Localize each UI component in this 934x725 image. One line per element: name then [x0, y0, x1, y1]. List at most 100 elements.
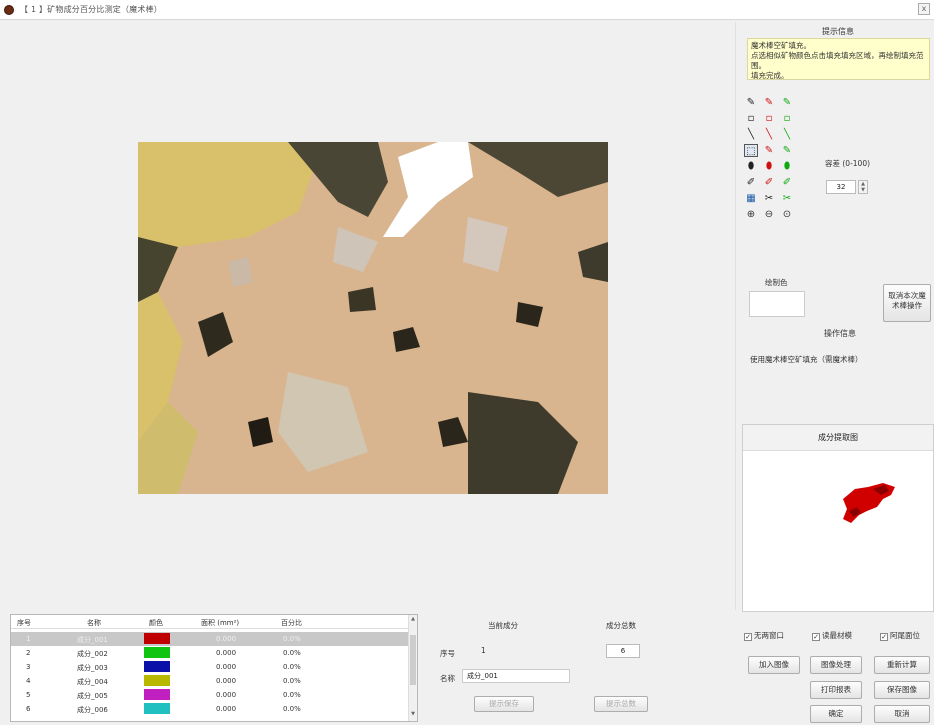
row-color-swatch	[144, 675, 170, 686]
zoom-out-icon[interactable]: ⊖	[762, 208, 776, 221]
save-image-button[interactable]: 保存图像	[874, 681, 930, 699]
undo-magic-wand-button[interactable]: 取消本次魔术棒操作	[883, 284, 931, 322]
row-no: 3	[26, 663, 31, 671]
line-tool-red-icon[interactable]: ╲	[762, 128, 776, 141]
draw-color-label: 绘制色	[765, 278, 788, 287]
row-name: 成分_004	[77, 678, 108, 686]
stepper-down-icon[interactable]: ▼	[859, 187, 867, 193]
option-label-3: 阿尾面位	[890, 631, 920, 640]
recalc-button[interactable]: 重新计算	[874, 656, 930, 674]
table-row[interactable]: 4 成分_004 0.000 0.0%	[11, 674, 409, 688]
table-row[interactable]: 5 成分_005 0.000 0.0%	[11, 688, 409, 702]
pen-tool-icon[interactable]: ✐	[744, 176, 758, 189]
row-no: 1	[26, 635, 31, 643]
tip-box: 魔术棒空矿填充。 点选相似矿物颜色点击填充填充区域，再绘制填充范围。 填充完成。	[747, 38, 930, 80]
component-count-header: 成分总数	[606, 621, 636, 630]
current-name-input[interactable]: 成分_001	[462, 669, 570, 683]
checkbox-checked-icon: ✓	[812, 633, 820, 641]
row-area: 0.000	[216, 705, 237, 713]
mineral-photo[interactable]	[138, 142, 608, 494]
scroll-up-icon[interactable]: ▲	[409, 616, 417, 625]
image-process-button[interactable]: 图像处理	[810, 656, 862, 674]
table-scrollbar[interactable]: ▲ ▼	[408, 615, 417, 721]
row-color-swatch	[144, 661, 170, 672]
cut-tool-green-icon[interactable]: ✂	[780, 192, 794, 205]
table-header: 序号 名称 颜色 面积 (mm²) 百分比	[11, 615, 409, 629]
op-info-text: 使用魔术棒空矿填充（需魔术棒）	[750, 355, 863, 364]
zoom-fit-icon[interactable]: ⊙	[780, 208, 794, 221]
option-label-2: 读最材模	[822, 631, 852, 640]
row-pct: 0.0%	[283, 635, 301, 643]
row-name: 成分_003	[77, 664, 108, 672]
checkbox-checked-icon: ✓	[880, 633, 888, 641]
component-count-input[interactable]: 6	[606, 644, 640, 658]
current-no-label: 序号	[440, 649, 455, 658]
table-row[interactable]: 6 成分_006 0.000 0.0%	[11, 702, 409, 716]
option-label-1: 无两窗口	[754, 631, 784, 640]
row-area: 0.000	[216, 649, 237, 657]
cancel-button[interactable]: 取消	[874, 705, 930, 723]
lasso-tool-green-icon[interactable]: ⬮	[780, 160, 794, 173]
pencil-tool-icon[interactable]: ✎	[744, 96, 758, 109]
draw-color-swatch[interactable]	[749, 291, 805, 317]
line-tool-green-icon[interactable]: ╲	[780, 128, 794, 141]
row-color-swatch	[144, 633, 170, 644]
row-area: 0.000	[216, 635, 237, 643]
pen-tool-green-icon[interactable]: ✐	[780, 176, 794, 189]
row-pct: 0.0%	[283, 663, 301, 671]
line-tool-icon[interactable]: ╲	[744, 128, 758, 141]
row-color-swatch	[144, 703, 170, 714]
checkbox-checked-icon: ✓	[744, 633, 752, 641]
pencil-tool-red-icon[interactable]: ✎	[762, 96, 776, 109]
tip-header: 提示信息	[822, 27, 854, 36]
close-window-button[interactable]: x	[918, 3, 930, 15]
ok-button[interactable]: 确定	[810, 705, 862, 723]
pen-tool-red-icon[interactable]: ✐	[762, 176, 776, 189]
col-color-header: 颜色	[149, 619, 163, 627]
col-area-header: 面积 (mm²)	[201, 619, 240, 627]
save-component-button[interactable]: 提示保存	[474, 696, 534, 712]
load-image-button[interactable]: 加入图像	[748, 656, 800, 674]
app-icon	[4, 5, 14, 15]
row-name: 成分_005	[77, 692, 108, 700]
row-name: 成分_001	[77, 636, 108, 644]
window-title: 【 1 】矿物成分百分比测定（魔术棒）	[20, 5, 162, 14]
option-checkbox-1[interactable]: ✓ 无两窗口	[744, 630, 784, 641]
tolerance-input[interactable]: 32	[826, 180, 856, 194]
scroll-down-icon[interactable]: ▼	[409, 711, 417, 720]
count-button[interactable]: 提示总数	[594, 696, 648, 712]
col-no-header: 序号	[17, 619, 31, 627]
pencil-tool-green-icon[interactable]: ✎	[780, 96, 794, 109]
title-bar: 【 1 】矿物成分百分比测定（魔术棒） x	[0, 0, 934, 20]
row-color-swatch	[144, 647, 170, 658]
select-tool-icon[interactable]: ⬚	[744, 144, 758, 157]
row-no: 5	[26, 691, 31, 699]
option-checkbox-2[interactable]: ✓ 读最材模	[812, 630, 852, 641]
table-row[interactable]: 3 成分_003 0.000 0.0%	[11, 660, 409, 674]
scroll-thumb[interactable]	[410, 635, 416, 685]
curve-tool-red-icon[interactable]: ✎	[762, 144, 776, 157]
magic-wand-icon[interactable]: ▦	[744, 192, 758, 205]
current-name-label: 名称	[440, 674, 455, 683]
table-row[interactable]: 1 成分_001 0.000 0.0%	[11, 632, 409, 646]
row-area: 0.000	[216, 663, 237, 671]
component-table[interactable]: 序号 名称 颜色 面积 (mm²) 百分比 1 成分_001 0.000 0.0…	[10, 614, 418, 722]
option-checkbox-3[interactable]: ✓ 阿尾面位	[880, 630, 920, 641]
rect-tool-red-icon[interactable]: ▫	[762, 112, 776, 125]
rect-tool-green-icon[interactable]: ▫	[780, 112, 794, 125]
lasso-tool-red-icon[interactable]: ⬮	[762, 160, 776, 173]
lasso-tool-icon[interactable]: ⬮	[744, 160, 758, 173]
tolerance-stepper[interactable]: ▲ ▼	[858, 180, 868, 194]
current-no-value: 1	[481, 646, 486, 655]
tolerance-label: 容差 (0-100)	[825, 159, 871, 168]
row-area: 0.000	[216, 691, 237, 699]
row-no: 6	[26, 705, 31, 713]
component-preview-panel: 成分提取图	[742, 424, 934, 612]
zoom-in-icon[interactable]: ⊕	[744, 208, 758, 221]
rect-tool-icon[interactable]: ▫	[744, 112, 758, 125]
cut-tool-icon[interactable]: ✂	[762, 192, 776, 205]
row-pct: 0.0%	[283, 705, 301, 713]
print-report-button[interactable]: 打印报表	[810, 681, 862, 699]
curve-tool-green-icon[interactable]: ✎	[780, 144, 794, 157]
table-row[interactable]: 2 成分_002 0.000 0.0%	[11, 646, 409, 660]
